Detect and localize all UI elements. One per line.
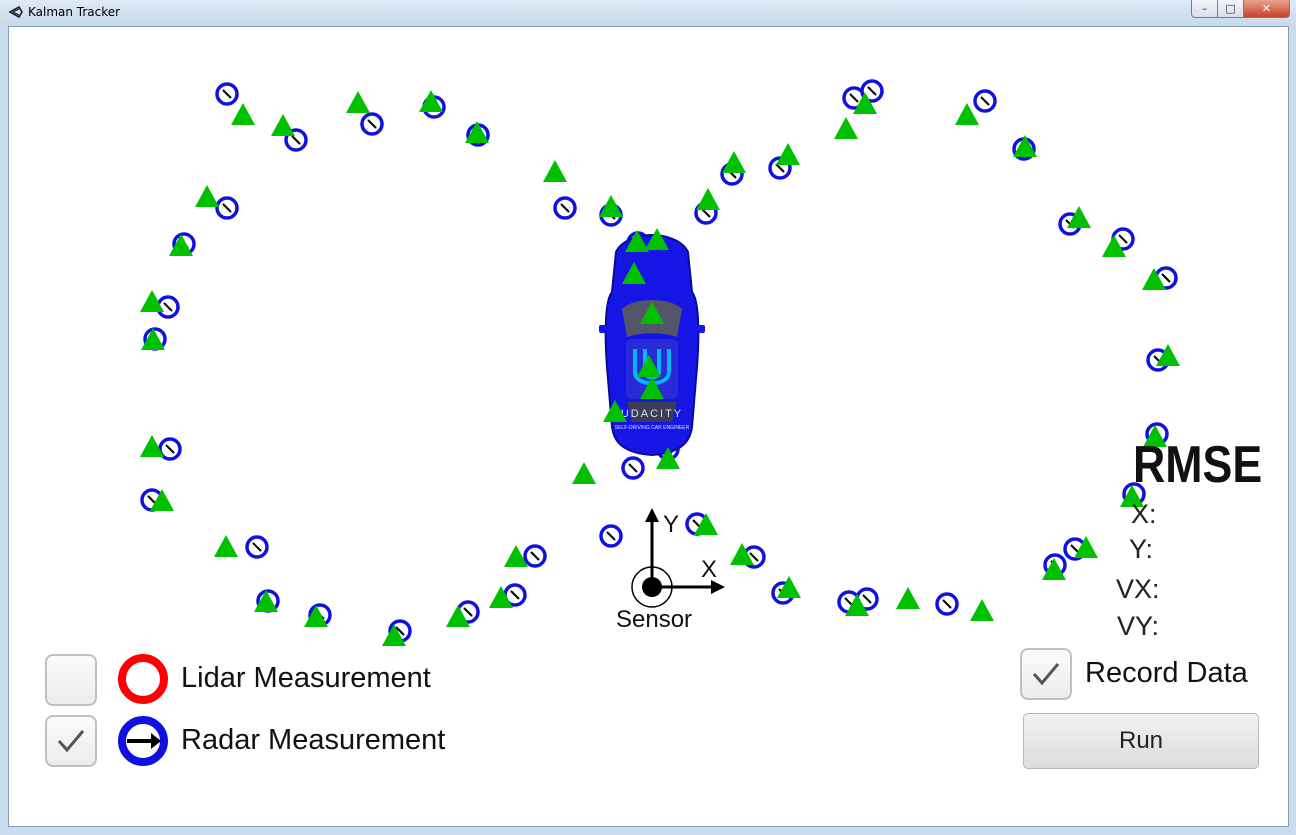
record-data-checkbox[interactable] (1020, 648, 1072, 700)
kalman-estimate-icon (271, 114, 295, 136)
rmse-vy-label: VY: (1117, 611, 1160, 641)
radar-measurement-icon (523, 544, 547, 568)
checkmark-icon (1032, 663, 1060, 686)
kalman-estimate-icon (834, 117, 858, 139)
radar-measurement-icon (553, 196, 577, 220)
kalman-estimate-icon (722, 151, 746, 173)
radar-checkbox[interactable] (45, 715, 97, 767)
record-data-label: Record Data (1085, 657, 1248, 689)
maximize-button[interactable]: □ (1218, 0, 1244, 18)
unity-app-icon (8, 5, 23, 19)
kalman-estimate-icon (346, 91, 370, 113)
run-button[interactable]: Run (1023, 713, 1259, 769)
radar-measurement-icon (215, 196, 239, 220)
kalman-estimate-icon (231, 103, 255, 125)
red-ring-icon (118, 654, 168, 704)
rmse-y-label: Y: (1129, 534, 1154, 564)
radar-measurement-label: Radar Measurement (181, 724, 446, 756)
tracking-scene: UDACITY SELF-DRIVING CAR ENGINEER Y X Se… (140, 79, 1180, 646)
radar-measurement-icon (973, 89, 997, 113)
minimize-button[interactable]: – (1191, 0, 1218, 18)
lidar-checkbox[interactable] (45, 654, 97, 706)
car-subtitle-text: SELF-DRIVING CAR ENGINEER (615, 425, 690, 431)
radar-measurement-icon (245, 535, 269, 559)
lidar-measurement-label: Lidar Measurement (181, 662, 431, 694)
rmse-title: RMSE (1133, 436, 1263, 494)
rmse-vx-label: VX: (1116, 574, 1160, 604)
car-brand-text: UDACITY (621, 408, 683, 420)
radar-measurement-icon (215, 82, 239, 106)
kalman-estimate-icon (970, 599, 994, 621)
car-mirror-right (695, 325, 705, 333)
checkmark-icon (57, 730, 85, 753)
rmse-x-label: X: (1131, 499, 1157, 529)
kalman-estimate-icon (776, 143, 800, 165)
kalman-estimate-icon (572, 462, 596, 484)
kalman-estimate-icon (195, 185, 219, 207)
title-bar: Kalman Tracker – □ ✕ (0, 0, 1296, 26)
y-axis-label: Y (663, 511, 679, 538)
radar-measurement-icon (621, 456, 645, 480)
radar-measurement-icon (599, 524, 623, 548)
kalman-estimate-icon (543, 160, 567, 182)
radar-measurement-icon (360, 112, 384, 136)
y-axis-arrow-icon (645, 508, 659, 522)
simulator-viewport: UDACITY SELF-DRIVING CAR ENGINEER Y X Se… (8, 26, 1289, 827)
kalman-estimate-icon (896, 587, 920, 609)
blue-ring-arrow-icon (118, 716, 168, 766)
radar-measurement-icon (935, 592, 959, 616)
window-title: Kalman Tracker (28, 5, 121, 19)
car-mirror-left (599, 325, 609, 333)
close-button[interactable]: ✕ (1244, 0, 1290, 18)
x-axis-label: X (701, 556, 717, 583)
kalman-estimate-icon (696, 188, 720, 210)
kalman-estimate-icon (599, 195, 623, 217)
sensor-dot-icon (642, 577, 662, 597)
window-controls: – □ ✕ (1191, 0, 1290, 18)
kalman-estimate-icon (214, 535, 238, 557)
sensor-label: Sensor (616, 606, 692, 633)
